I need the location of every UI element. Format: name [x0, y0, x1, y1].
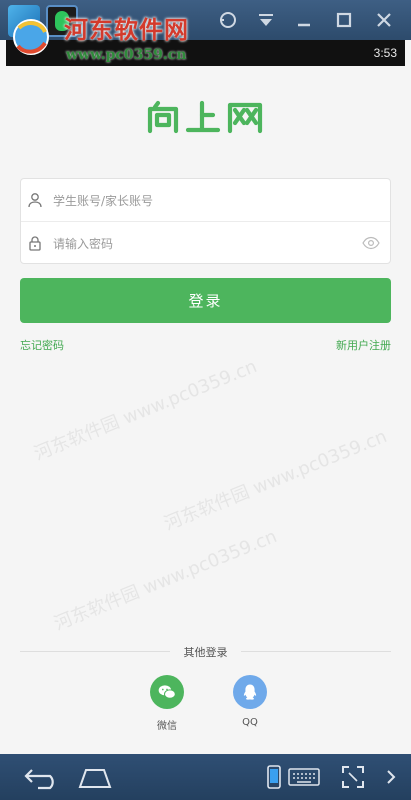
app-logo [147, 100, 263, 134]
user-icon [28, 193, 42, 208]
status-time: 3:53 [373, 46, 397, 60]
home-icon[interactable] [76, 764, 114, 790]
register-link[interactable]: 新用户注册 [336, 337, 391, 353]
wechat-label: 微信 [157, 721, 177, 732]
close-icon[interactable] [372, 8, 396, 32]
watermark-faint-text: 河东软件园 www.pc0359.cn [31, 356, 260, 465]
watermark-faint-text: 河东软件园 www.pc0359.cn [51, 526, 280, 635]
username-input[interactable] [53, 189, 353, 213]
username-row [21, 179, 390, 222]
watermark-title: 河东软件网 [64, 15, 189, 44]
navigation-bar [0, 754, 411, 800]
minimize-icon[interactable] [292, 8, 316, 32]
rotate-icon[interactable] [216, 8, 240, 32]
forgot-password-link[interactable]: 忘记密码 [20, 337, 64, 353]
qq-label: QQ [242, 717, 258, 728]
other-login-title: 其他登录 [183, 646, 228, 659]
dropdown-icon[interactable] [254, 8, 278, 32]
fullscreen-icon[interactable] [340, 764, 366, 790]
maximize-icon[interactable] [332, 8, 356, 32]
back-icon[interactable] [22, 764, 62, 790]
eye-icon[interactable] [362, 236, 380, 250]
watermark-faint-text: 河东软件园 www.pc0359.cn [161, 426, 390, 535]
keyboard-icon[interactable] [288, 764, 320, 790]
watermark-url: www.pc0359.cn [66, 47, 187, 63]
wechat-login-button[interactable]: 微信 [147, 675, 187, 732]
chevron-right-icon[interactable] [384, 764, 398, 790]
other-login-divider: 其他登录 [20, 643, 391, 659]
divider-line-right [241, 651, 391, 652]
login-screen: 登录 忘记密码 新用户注册 其他登录 微信 QQ 河东软件园 www.pc035… [6, 66, 405, 754]
lock-icon [29, 236, 41, 251]
password-input[interactable] [53, 232, 353, 256]
password-row [21, 222, 390, 265]
login-form [20, 178, 391, 264]
login-button[interactable]: 登录 [20, 278, 391, 323]
phone-mode-icon[interactable] [266, 764, 282, 790]
watermark-logo-icon [13, 19, 49, 55]
qq-login-button[interactable]: QQ [230, 675, 270, 731]
wechat-icon[interactable] [150, 675, 184, 709]
qq-penguin-icon[interactable] [233, 675, 267, 709]
